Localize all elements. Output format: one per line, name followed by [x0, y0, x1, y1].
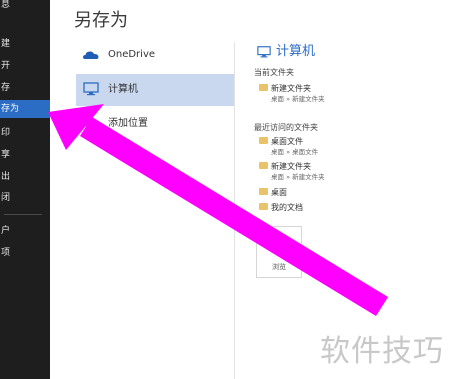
sidebar-divider — [4, 214, 42, 215]
folder-path: 桌面 » 新建文件夹 — [271, 95, 325, 103]
computer-icon — [257, 45, 271, 57]
sidebar-item-account[interactable]: 户 — [0, 222, 50, 240]
sidebar-item-options[interactable]: 项 — [0, 244, 50, 262]
folder-item[interactable]: 桌面文件 桌面 » 桌面文件 — [259, 137, 318, 157]
location-computer[interactable]: 计算机 — [76, 74, 234, 106]
cloud-icon — [83, 51, 99, 59]
folder-icon — [259, 137, 268, 144]
folder-name: 我的文档 — [271, 203, 303, 212]
sidebar-item-print[interactable]: 印 — [0, 124, 50, 142]
folder-icon — [259, 162, 268, 169]
folder-path: 桌面 » 桌面文件 — [271, 148, 319, 156]
sidebar-item-new[interactable]: 建 — [0, 35, 50, 53]
page-title: 另存为 — [74, 10, 128, 31]
browse-folder-icon — [272, 240, 288, 254]
watermark: 软件技巧 — [320, 334, 444, 369]
folder-item[interactable]: 新建文件夹 桌面 » 新建文件夹 — [259, 162, 325, 182]
folder-name: 桌面 — [271, 188, 287, 197]
folder-item[interactable]: 新建文件夹 桌面 » 新建文件夹 — [259, 84, 325, 104]
recent-folders-label: 最近访问的文件夹 — [254, 123, 318, 132]
location-add-place[interactable]: 添加位置 — [76, 109, 234, 139]
folder-item[interactable]: 桌面 — [259, 188, 287, 198]
folder-icon — [259, 84, 268, 91]
right-panel-title-text: 计算机 — [276, 44, 316, 59]
sidebar-item-close[interactable]: 闭 — [0, 189, 50, 207]
folder-item[interactable]: 我的文档 — [259, 203, 303, 213]
browse-label: 浏览 — [272, 263, 286, 271]
folder-name: 桌面文件 — [271, 137, 303, 146]
location-label: 添加位置 — [108, 118, 148, 129]
add-icon — [85, 118, 97, 130]
right-panel-title: 计算机 — [256, 40, 315, 59]
panel-divider — [234, 42, 235, 379]
location-label: 计算机 — [108, 84, 138, 95]
sidebar-item-save[interactable]: 存 — [0, 79, 50, 97]
sidebar-item-export[interactable]: 出 — [0, 168, 50, 186]
folder-name: 新建文件夹 — [271, 84, 311, 93]
folder-path: 桌面 » 新建文件夹 — [271, 173, 325, 181]
sidebar-item-info[interactable]: 息 — [0, 0, 50, 14]
computer-icon — [83, 82, 99, 96]
backstage-sidebar: 息 建 开 存 存为 印 享 出 闭 户 项 — [0, 0, 50, 379]
sidebar-item-save-as[interactable]: 存为 — [0, 100, 50, 118]
location-label: OneDrive — [108, 49, 156, 60]
current-folder-label: 当前文件夹 — [254, 68, 294, 77]
sidebar-item-share[interactable]: 享 — [0, 146, 50, 164]
browse-button[interactable]: 浏览 — [256, 226, 302, 278]
location-onedrive[interactable]: OneDrive — [76, 40, 234, 70]
folder-icon — [259, 203, 268, 210]
folder-icon — [259, 188, 268, 195]
sidebar-item-open[interactable]: 开 — [0, 57, 50, 75]
folder-name: 新建文件夹 — [271, 162, 311, 171]
